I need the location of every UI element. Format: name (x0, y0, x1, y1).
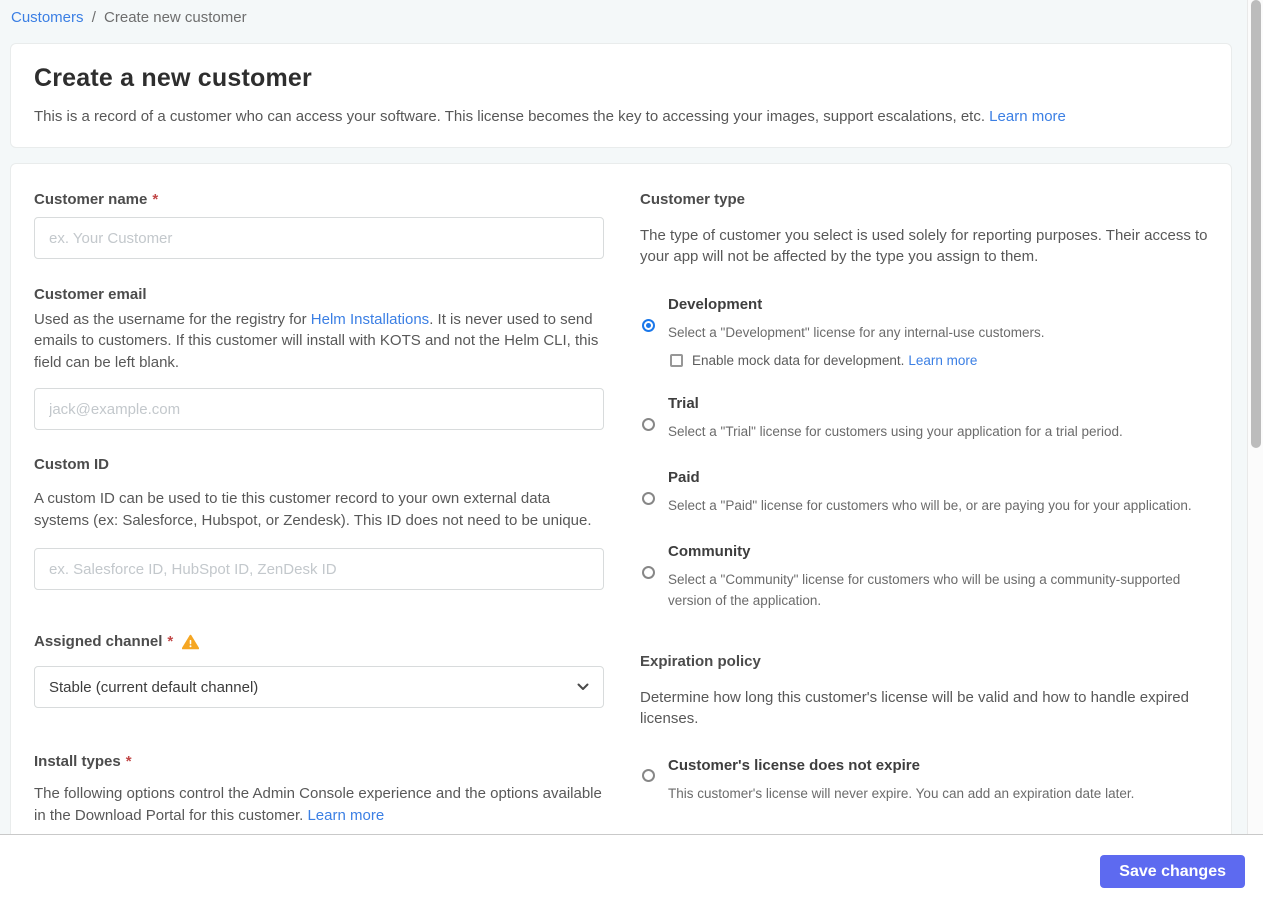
page-title: Create a new customer (34, 64, 312, 92)
community-description: Select a "Community" license for custome… (668, 572, 1181, 608)
customer-name-field: Customer name * (34, 191, 604, 259)
customer-type-option-development: Development Select a "Development" licen… (640, 296, 1210, 368)
development-radio[interactable] (642, 318, 655, 332)
breadcrumb-separator: / (91, 9, 96, 26)
custom-id-help: A custom ID can be used to tie this cust… (34, 490, 592, 529)
customer-type-option-trial: Trial Select a "Trial" license for custo… (640, 395, 1210, 442)
no-expire-title: Customer's license does not expire (668, 757, 920, 775)
page-header-card: Create a new customer This is a record o… (10, 43, 1232, 148)
mock-data-checkbox-row: Enable mock data for development. Learn … (668, 353, 1210, 368)
customer-type-option-community: Community Select a "Community" license f… (640, 543, 1210, 611)
mock-data-checkbox-label: Enable mock data for development. (692, 352, 905, 368)
community-radio[interactable] (642, 566, 655, 580)
no-expire-description: This customer's license will never expir… (668, 786, 1135, 802)
customer-email-label-text: Customer email (34, 286, 147, 303)
install-types-label: Install types * (34, 753, 604, 770)
development-description: Select a "Development" license for any i… (668, 324, 1045, 340)
customer-type-description: The type of customer you select is used … (640, 227, 1208, 266)
trial-title: Trial (668, 394, 699, 412)
expiration-policy-section: Expiration policy Determine how long thi… (640, 652, 1210, 862)
trial-description: Select a "Trial" license for customers u… (668, 423, 1123, 439)
trial-radio[interactable] (642, 417, 655, 431)
assigned-channel-value: Stable (current default channel) (49, 678, 259, 696)
breadcrumb: Customers / Create new customer (0, 0, 1263, 26)
community-title: Community (668, 543, 751, 561)
custom-id-label: Custom ID (34, 456, 604, 473)
install-types-learn-more-link[interactable]: Learn more (307, 807, 384, 824)
customer-name-label-text: Customer name (34, 191, 148, 208)
customer-email-field: Customer email Used as the username for … (34, 286, 604, 431)
scrollbar-thumb[interactable] (1251, 0, 1261, 448)
customer-type-option-paid: Paid Select a "Paid" license for custome… (640, 469, 1210, 516)
customer-email-label: Customer email (34, 286, 604, 303)
expiration-policy-description: Determine how long this customer's licen… (640, 688, 1189, 728)
custom-id-input[interactable] (34, 548, 604, 591)
save-button[interactable]: Save changes (1100, 855, 1245, 888)
customer-type-section: Customer type The type of customer you s… (640, 191, 1210, 611)
breadcrumb-current: Create new customer (104, 9, 247, 26)
page-description-text: This is a record of a customer who can a… (34, 108, 985, 125)
required-asterisk: * (125, 753, 132, 771)
customer-form-card: Customer name * Customer email Used as t… (10, 163, 1232, 863)
form-left-column: Customer name * Customer email Used as t… (34, 191, 604, 835)
page-description: This is a record of a customer who can a… (34, 108, 1208, 125)
customer-name-label: Customer name * (34, 191, 604, 208)
helm-installations-link[interactable]: Helm Installations (311, 311, 429, 328)
customer-type-heading: Customer type (640, 191, 746, 208)
paid-title: Paid (668, 469, 700, 487)
paid-description: Select a "Paid" license for customers wh… (668, 498, 1192, 514)
chevron-down-icon (577, 683, 589, 691)
mock-data-learn-more-link[interactable]: Learn more (908, 353, 977, 368)
assigned-channel-select[interactable]: Stable (current default channel) (34, 666, 604, 709)
required-asterisk: * (167, 633, 174, 651)
custom-id-label-text: Custom ID (34, 456, 109, 474)
customer-email-help-text: Used as the username for the registry fo… (34, 311, 311, 328)
customer-email-help: Used as the username for the registry fo… (34, 309, 604, 373)
header-learn-more-link[interactable]: Learn more (989, 108, 1066, 125)
breadcrumb-customers-link[interactable]: Customers (11, 9, 84, 26)
development-title: Development (668, 295, 763, 313)
no-expire-radio[interactable] (642, 769, 655, 783)
footer-action-bar: Save changes (0, 834, 1263, 905)
custom-id-field: Custom ID A custom ID can be used to tie… (34, 456, 604, 591)
required-asterisk: * (152, 191, 159, 208)
assigned-channel-field: Assigned channel * Stable (current defau… (34, 633, 604, 709)
form-right-column: Customer type The type of customer you s… (640, 191, 1210, 862)
install-types-field: Install types * The following options co… (34, 753, 604, 826)
assigned-channel-label: Assigned channel * (34, 633, 604, 650)
vertical-scrollbar[interactable] (1247, 0, 1263, 834)
assigned-channel-label-text: Assigned channel (34, 633, 163, 651)
install-types-help: The following options control the Admin … (34, 783, 604, 826)
mock-data-checkbox[interactable] (670, 353, 683, 367)
install-types-label-text: Install types (34, 753, 121, 771)
expiration-policy-heading: Expiration policy (640, 652, 761, 670)
paid-radio[interactable] (642, 492, 655, 506)
customer-email-input[interactable] (34, 388, 604, 431)
customer-type-options: Development Select a "Development" licen… (640, 296, 1210, 611)
warning-icon (182, 634, 200, 650)
expiration-option-no-expire: Customer's license does not expire This … (640, 757, 1210, 804)
customer-name-input[interactable] (34, 217, 604, 259)
